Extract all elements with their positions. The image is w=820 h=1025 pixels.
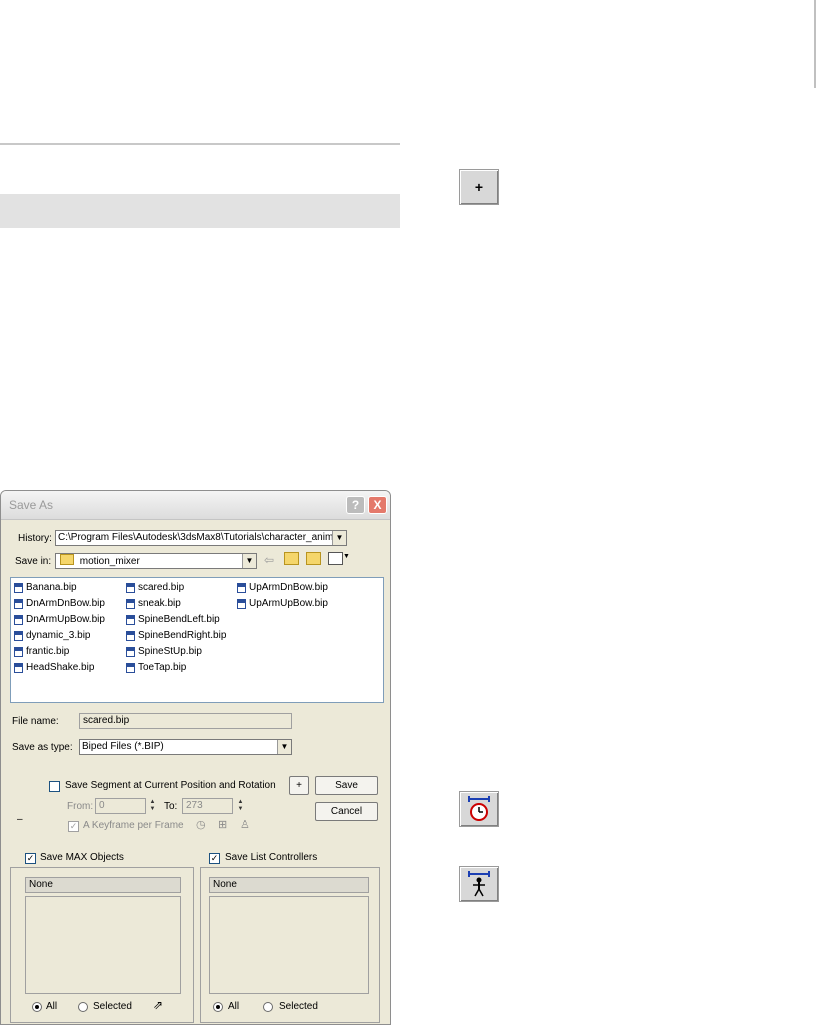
plus-icon: + xyxy=(474,179,484,195)
save-button[interactable]: Save xyxy=(315,776,378,795)
history-dropdown[interactable]: C:\Program Files\Autodesk\3dsMax8\Tutori… xyxy=(55,530,347,546)
to-field[interactable]: 273 xyxy=(182,798,233,814)
dialog-titlebar[interactable]: Save As ? X xyxy=(1,491,390,520)
dialog-title: Save As xyxy=(9,498,54,512)
all-radio[interactable] xyxy=(32,1002,42,1012)
range-icon[interactable]: ⊞ xyxy=(218,818,227,831)
file-item[interactable]: UpArmDnBow.bip xyxy=(237,582,328,593)
all-radio-label: All xyxy=(46,1001,58,1012)
to-spinner-icon[interactable]: ▲ ▼ xyxy=(236,799,245,813)
file-item[interactable]: dynamic_3.bip xyxy=(14,630,90,641)
file-name-label: File name: xyxy=(12,716,59,727)
save-list-controllers-checkbox[interactable]: ✓ xyxy=(209,853,220,864)
chevron-down-icon[interactable]: ▼ xyxy=(277,740,291,754)
selected-radio[interactable] xyxy=(263,1002,273,1012)
save-max-objects-checkbox[interactable]: ✓ xyxy=(25,853,36,864)
cancel-button[interactable]: Cancel xyxy=(315,802,378,821)
save-in-dropdown[interactable]: motion_mixer ▼ xyxy=(55,553,257,569)
file-item[interactable]: scared.bip xyxy=(126,582,184,593)
from-spinner-icon[interactable]: ▲ ▼ xyxy=(148,799,157,813)
save-max-objects-label: Save MAX Objects xyxy=(40,852,124,863)
save-segment-checkbox[interactable] xyxy=(49,781,60,792)
chevron-down-icon[interactable]: ▼ xyxy=(242,554,256,568)
biped-range-button[interactable] xyxy=(459,866,499,902)
close-button[interactable]: X xyxy=(368,496,387,514)
bip-file-icon xyxy=(126,582,135,593)
bip-file-icon xyxy=(14,662,23,673)
file-item[interactable]: HeadShake.bip xyxy=(14,662,94,673)
file-item[interactable]: SpineStUp.bip xyxy=(126,646,202,657)
bip-file-icon xyxy=(14,630,23,641)
up-folder-icon[interactable] xyxy=(284,552,299,565)
file-item[interactable]: frantic.bip xyxy=(14,646,69,657)
all-radio-label: All xyxy=(228,1001,240,1012)
file-item[interactable]: SpineBendRight.bip xyxy=(126,630,226,641)
save-as-type-value: Biped Files (*.BIP) xyxy=(82,741,164,752)
from-label: From: xyxy=(67,801,94,812)
save-as-type-dropdown[interactable]: Biped Files (*.BIP) ▼ xyxy=(79,739,292,755)
selected-radio[interactable] xyxy=(78,1002,88,1012)
list-controllers-panel: None All Selected xyxy=(200,867,380,1023)
bip-file-icon xyxy=(14,646,23,657)
new-folder-icon[interactable] xyxy=(306,552,321,565)
bip-file-icon xyxy=(14,582,23,593)
save-in-value: motion_mixer xyxy=(79,556,140,567)
file-list[interactable]: Banana.bip DnArmDnBow.bip DnArmUpBow.bip… xyxy=(10,577,384,703)
bip-file-icon xyxy=(126,614,135,625)
section-divider xyxy=(0,143,400,145)
max-objects-list-header: None xyxy=(25,877,181,893)
list-controllers-list[interactable] xyxy=(209,896,369,994)
save-as-type-label: Save as type: xyxy=(12,742,73,753)
bip-file-icon xyxy=(14,614,23,625)
bip-file-icon xyxy=(237,598,246,609)
file-item[interactable]: sneak.bip xyxy=(126,598,181,609)
max-objects-list[interactable] xyxy=(25,896,181,994)
plus-button[interactable]: + xyxy=(289,776,309,795)
save-as-dialog: Save As ? X History: C:\Program Files\Au… xyxy=(0,490,391,1025)
from-field[interactable]: 0 xyxy=(95,798,146,814)
list-controllers-list-header: None xyxy=(209,877,369,893)
view-menu-icon[interactable] xyxy=(328,552,343,565)
file-item[interactable]: ToeTap.bip xyxy=(126,662,186,673)
save-list-controllers-label: Save List Controllers xyxy=(225,852,318,863)
dash-mark: – xyxy=(17,814,23,825)
bip-file-icon xyxy=(237,582,246,593)
folder-icon xyxy=(60,554,74,565)
view-dropdown-icon[interactable]: ▼ xyxy=(343,553,350,560)
set-key-clock-button[interactable] xyxy=(459,791,499,827)
pick-arrow-icon[interactable]: ⇗ xyxy=(153,998,163,1012)
biped-icon[interactable]: ♙ xyxy=(240,818,250,831)
save-segment-label: Save Segment at Current Position and Rot… xyxy=(65,780,276,791)
file-item[interactable]: DnArmDnBow.bip xyxy=(14,598,105,609)
file-item[interactable]: SpineBendLeft.bip xyxy=(126,614,220,625)
page-margin-rule xyxy=(814,0,816,88)
max-objects-panel: None All Selected ⇗ xyxy=(10,867,194,1023)
bip-file-icon xyxy=(126,662,135,673)
file-item[interactable]: UpArmUpBow.bip xyxy=(237,598,328,609)
history-label: History: xyxy=(18,533,52,544)
clock-range-icon xyxy=(468,796,490,821)
file-item[interactable]: DnArmUpBow.bip xyxy=(14,614,105,625)
bip-file-icon xyxy=(126,630,135,641)
chevron-down-icon[interactable]: ▼ xyxy=(332,531,346,545)
bip-file-icon xyxy=(14,598,23,609)
selected-radio-label: Selected xyxy=(93,1001,132,1012)
save-in-label: Save in: xyxy=(15,556,52,567)
keyframe-checkbox[interactable]: ✓ xyxy=(68,821,79,832)
keyframe-label: A Keyframe per Frame xyxy=(83,820,184,831)
bip-file-icon xyxy=(126,646,135,657)
bip-file-icon xyxy=(126,598,135,609)
help-button[interactable]: ? xyxy=(346,496,365,514)
section-band xyxy=(0,194,400,228)
history-value: C:\Program Files\Autodesk\3dsMax8\Tutori… xyxy=(58,532,334,543)
selected-radio-label: Selected xyxy=(279,1001,318,1012)
clock-icon[interactable]: ◷ xyxy=(196,818,206,831)
to-label: To: xyxy=(164,801,178,812)
biped-figure-icon xyxy=(468,871,490,897)
file-item[interactable]: Banana.bip xyxy=(14,582,77,593)
file-name-field[interactable]: scared.bip xyxy=(79,713,292,729)
back-arrow-icon[interactable]: ⇦ xyxy=(264,553,274,567)
add-button-icon[interactable]: + xyxy=(459,169,499,205)
all-radio[interactable] xyxy=(213,1002,223,1012)
